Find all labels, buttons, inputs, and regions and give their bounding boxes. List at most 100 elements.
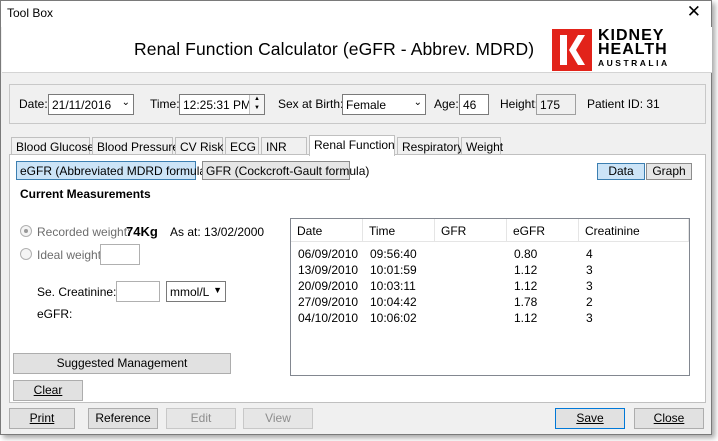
cell-date: 13/09/2010 — [298, 263, 359, 277]
view-button[interactable]: View — [243, 408, 313, 429]
cell-creatinine: 3 — [586, 279, 593, 293]
tab-blood-glucose[interactable]: Blood Glucose — [11, 137, 94, 155]
ideal-weight-radio[interactable] — [20, 248, 32, 260]
table-row[interactable]: 06/09/2010 09:56:40 0.80 4 — [291, 247, 689, 263]
time-picker[interactable]: 12:25:31 PM ▲ ▼ — [179, 94, 265, 115]
cell-date: 06/09/2010 — [298, 247, 359, 261]
section-title: Current Measurements — [20, 187, 151, 201]
time-label: Time: — [150, 97, 180, 111]
column-header-date[interactable]: Date — [291, 219, 363, 242]
edit-button[interactable]: Edit — [166, 408, 236, 429]
cell-creatinine: 2 — [586, 295, 593, 309]
height-value: 175 — [540, 98, 561, 112]
patient-details-bar: Date: 21/11/2016 ⌄ Time: 12:25:31 PM ▲ ▼… — [9, 84, 706, 124]
grid-header: Date Time GFR eGFR Creatinine — [291, 219, 689, 242]
tab-weight[interactable]: Weight — [461, 137, 503, 155]
kidney-health-logo: KIDNEY HEALTH AUSTRALIA — [552, 27, 704, 71]
creatinine-unit-value: mmol/L — [170, 285, 210, 299]
print-button[interactable]: Print — [9, 408, 75, 429]
column-header-gfr[interactable]: GFR — [435, 219, 507, 242]
cell-date: 20/09/2010 — [298, 279, 359, 293]
chevron-down-icon: ⌄ — [413, 97, 422, 108]
column-header-creatinine[interactable]: Creatinine — [579, 219, 689, 242]
creatinine-field[interactable] — [116, 281, 160, 302]
height-label: Height: — [500, 97, 539, 111]
cell-egfr: 1.12 — [514, 263, 538, 277]
cell-egfr: 1.12 — [514, 311, 538, 325]
app-header: Renal Function Calculator (eGFR - Abbrev… — [2, 27, 712, 73]
table-row[interactable]: 13/09/2010 10:01:59 1.12 3 — [291, 263, 689, 279]
recorded-weight-radio[interactable] — [20, 225, 32, 237]
column-header-time[interactable]: Time — [363, 219, 435, 242]
date-value: 21/11/2016 — [52, 98, 112, 112]
tab-ecg[interactable]: ECG — [225, 137, 259, 155]
page-title: Renal Function Calculator (eGFR - Abbrev… — [134, 39, 535, 59]
title-bar: Tool Box ✕ — [1, 1, 711, 27]
cell-egfr: 1.78 — [514, 295, 538, 309]
save-button[interactable]: Save — [555, 408, 625, 429]
toolbox-window: Tool Box ✕ Renal Function Calculator (eG… — [0, 0, 712, 435]
cell-egfr: 0.80 — [514, 247, 538, 261]
dropdown-arrow-icon: ▼ — [213, 285, 222, 295]
height-field: 175 — [536, 94, 576, 115]
subtab-egfr[interactable]: eGFR (Abbreviated MDRD formula) — [16, 161, 210, 180]
time-spinner[interactable]: ▲ ▼ — [249, 95, 264, 114]
renal-function-panel: eGFR (Abbreviated MDRD formula) GFR (Coc… — [9, 154, 706, 403]
clear-button[interactable]: Clear — [13, 380, 83, 401]
time-value: 12:25:31 PM — [183, 98, 252, 112]
sex-label: Sex at Birth: — [278, 97, 344, 111]
tab-renal-function[interactable]: Renal Function — [309, 135, 395, 156]
tab-blood-pressure[interactable]: Blood Pressure — [92, 137, 179, 155]
kidney-health-logo-icon — [552, 29, 592, 71]
cell-time: 10:01:59 — [370, 263, 417, 277]
tab-inr[interactable]: INR — [261, 137, 307, 155]
table-row[interactable]: 27/09/2010 10:04:42 1.78 2 — [291, 295, 689, 311]
recorded-weight-value: 74Kg — [126, 224, 158, 239]
recorded-weight-label: Recorded weight: — [37, 225, 131, 239]
spin-up-icon[interactable]: ▲ — [250, 95, 264, 104]
column-header-egfr[interactable]: eGFR — [507, 219, 579, 242]
reference-button[interactable]: Reference — [88, 408, 158, 429]
cell-creatinine: 3 — [586, 311, 593, 325]
cell-creatinine: 3 — [586, 263, 593, 277]
creatinine-label: Se. Creatinine: — [37, 285, 117, 299]
date-picker[interactable]: 21/11/2016 ⌄ — [48, 94, 134, 115]
logo-line-3: AUSTRALIA — [598, 58, 670, 68]
tab-cv-risk[interactable]: CV Risk — [175, 137, 223, 155]
subtab-gfr[interactable]: GFR (Cockcroft-Gault formula) — [202, 161, 369, 180]
window-title: Tool Box — [7, 6, 54, 20]
sex-select[interactable]: Female ⌄ — [342, 94, 426, 115]
logo-line-2: HEALTH — [598, 41, 668, 58]
data-view-button[interactable]: Data — [597, 163, 645, 180]
age-field[interactable]: 46 — [459, 94, 489, 115]
date-label: Date: — [19, 97, 48, 111]
cell-time: 10:06:02 — [370, 311, 417, 325]
tab-respiratory[interactable]: Respiratory — [397, 137, 463, 155]
cell-time: 10:03:11 — [370, 279, 416, 293]
graph-view-button[interactable]: Graph — [646, 163, 692, 180]
chevron-down-icon: ⌄ — [121, 97, 130, 108]
cell-date: 04/10/2010 — [298, 311, 359, 325]
print-button-label: Print — [29, 411, 55, 425]
patient-id: Patient ID: 31 — [587, 97, 660, 111]
as-at-date: As at: 13/02/2000 — [170, 225, 265, 239]
cell-egfr: 1.12 — [514, 279, 538, 293]
save-button-label: Save — [576, 411, 604, 425]
close-button[interactable]: Close — [634, 408, 704, 429]
table-row[interactable]: 20/09/2010 10:03:11 1.12 3 — [291, 279, 689, 295]
cell-creatinine: 4 — [586, 247, 593, 261]
creatinine-unit-select[interactable]: mmol/L ▼ — [166, 281, 226, 302]
ideal-weight-field[interactable] — [100, 244, 140, 265]
suggested-management-button[interactable]: Suggested Management — [13, 353, 231, 374]
cell-time: 09:56:40 — [370, 247, 417, 261]
egfr-label: eGFR: — [37, 307, 73, 321]
cell-time: 10:04:42 — [370, 295, 417, 309]
ideal-weight-label: Ideal weight: — [37, 248, 105, 262]
measurements-grid[interactable]: Date Time GFR eGFR Creatinine 06/09/2010… — [290, 218, 690, 376]
table-row[interactable]: 04/10/2010 10:06:02 1.12 3 — [291, 311, 689, 327]
cell-date: 27/09/2010 — [298, 295, 359, 309]
close-button-label: Close — [653, 411, 685, 425]
spin-down-icon[interactable]: ▼ — [250, 104, 264, 113]
close-icon[interactable]: ✕ — [687, 2, 701, 22]
age-value: 46 — [463, 98, 477, 112]
